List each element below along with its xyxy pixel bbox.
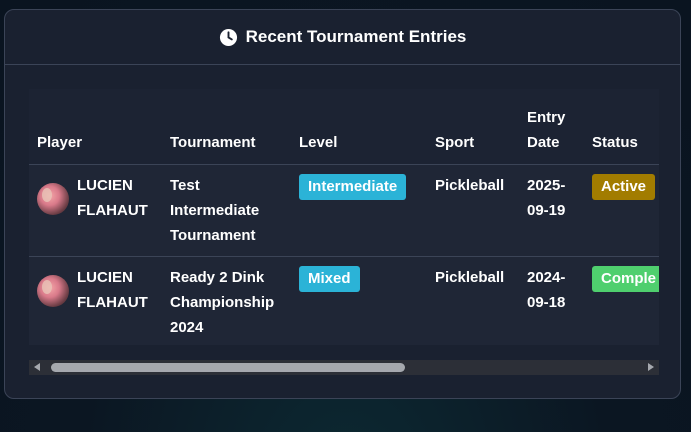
status-cell: Comple — [584, 256, 659, 345]
tournament-name: Ready 2 Dink Championship 2024 — [162, 256, 291, 345]
player-cell: LUCIEN FLAHAUT — [29, 256, 162, 345]
clock-icon — [219, 28, 237, 46]
card-title: Recent Tournament Entries — [245, 27, 467, 46]
avatar — [37, 275, 69, 307]
status-cell: Active — [584, 164, 659, 257]
sport-name: Pickleball — [427, 256, 519, 345]
level-badge: Intermediate — [299, 174, 407, 200]
avatar — [37, 183, 69, 215]
scroll-left-arrow-icon[interactable] — [34, 363, 40, 371]
status-badge: Comple — [592, 266, 659, 292]
horizontal-scrollbar[interactable] — [29, 360, 659, 375]
header-player: Player — [29, 89, 162, 165]
header-tournament: Tournament — [162, 89, 291, 165]
table-row[interactable]: LUCIEN FLAHAUT Test Intermediate Tournam… — [29, 164, 659, 257]
scroll-right-arrow-icon[interactable] — [648, 363, 654, 371]
header-entry-date: Entry Date — [519, 89, 584, 165]
header-sport: Sport — [427, 89, 519, 165]
entries-table: Player Tournament Level Sport Entry Date… — [29, 89, 659, 345]
entry-date: 2025-09-19 — [519, 164, 584, 257]
player-cell: LUCIEN FLAHAUT — [29, 164, 162, 257]
card-header: Recent Tournament Entries — [5, 10, 680, 65]
scrollbar-thumb[interactable] — [51, 363, 405, 372]
level-badge: Mixed — [299, 266, 360, 292]
header-level: Level — [291, 89, 427, 165]
tournament-entries-card: Recent Tournament Entries Player Tournam… — [4, 9, 681, 399]
status-badge: Active — [592, 174, 656, 200]
player-name[interactable]: LUCIEN FLAHAUT — [77, 265, 154, 315]
level-cell: Intermediate — [291, 164, 427, 257]
sport-name: Pickleball — [427, 164, 519, 257]
level-cell: Mixed — [291, 256, 427, 345]
entries-table-container[interactable]: Player Tournament Level Sport Entry Date… — [29, 89, 659, 345]
entry-date: 2024-09-18 — [519, 256, 584, 345]
player-name[interactable]: LUCIEN FLAHAUT — [77, 173, 154, 223]
tournament-name: Test Intermediate Tournament — [162, 164, 291, 257]
header-status: Status — [584, 89, 659, 165]
table-row[interactable]: LUCIEN FLAHAUT Ready 2 Dink Championship… — [29, 256, 659, 345]
table-header-row: Player Tournament Level Sport Entry Date… — [29, 89, 659, 165]
